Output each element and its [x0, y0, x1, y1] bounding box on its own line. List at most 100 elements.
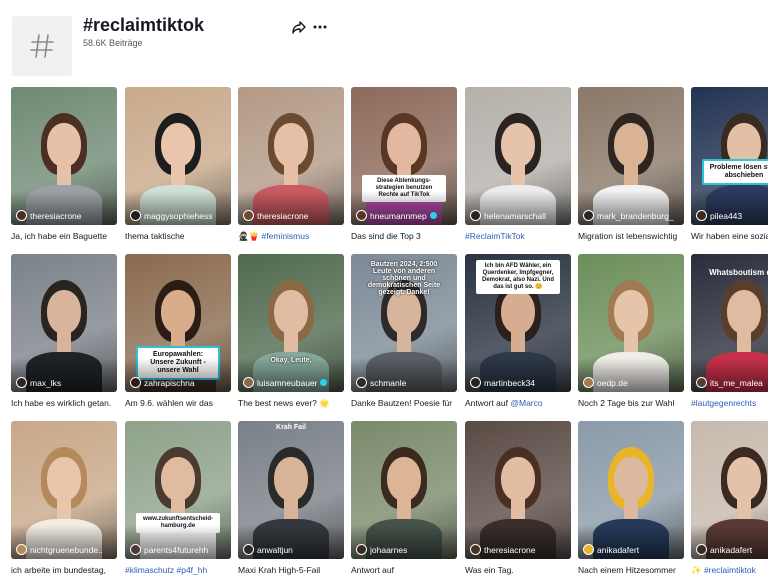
- video-card[interactable]: theresiacrone Ja, ich habe ein Baguette: [11, 87, 117, 242]
- author-avatar[interactable]: [356, 377, 367, 388]
- video-thumbnail[interactable]: Whatsboutism der its_me_malea: [691, 254, 768, 392]
- video-author[interactable]: martinbeck34: [470, 377, 568, 388]
- video-card[interactable]: anikadafert Nach einem Hitzesommer: [578, 421, 684, 576]
- video-thumbnail[interactable]: Krah Fail anwaltjun: [238, 421, 344, 559]
- author-name[interactable]: anikadafert: [597, 545, 639, 555]
- video-thumbnail[interactable]: Ich bin AFD Wähler, ein Querdenker, Impf…: [465, 254, 571, 392]
- author-avatar[interactable]: [16, 544, 27, 555]
- caption-hashtag-link[interactable]: 🥷🏻🍟 #feminismus: [238, 231, 309, 241]
- author-avatar[interactable]: [16, 210, 27, 221]
- video-card[interactable]: theresiacrone Was ein Tag.: [465, 421, 571, 576]
- author-name[interactable]: schmanle: [370, 378, 406, 388]
- video-card[interactable]: Whatsboutism der its_me_malea #lautgegenre…: [691, 254, 768, 409]
- caption-hashtag-link[interactable]: @Marco: [510, 398, 542, 408]
- author-avatar[interactable]: [696, 377, 707, 388]
- video-card[interactable]: Diese Ablenkungs- strategien benutzen Re…: [351, 87, 457, 242]
- author-name[interactable]: helenamarschall: [484, 211, 546, 221]
- author-name[interactable]: theresiacrone: [257, 211, 309, 221]
- caption-hashtag-link[interactable]: #ReclaimTikTok: [465, 231, 525, 241]
- video-author[interactable]: theresiacrone: [16, 210, 114, 221]
- video-thumbnail[interactable]: www.zukunftsentscheid-hamburg.deparents4…: [125, 421, 231, 559]
- video-card[interactable]: Probleme lösen statt abschieben pilea443 W…: [691, 87, 768, 242]
- video-caption[interactable]: #ReclaimTikTok: [465, 231, 571, 242]
- author-avatar[interactable]: [583, 544, 594, 555]
- video-thumbnail[interactable]: oedp.de: [578, 254, 684, 392]
- video-caption[interactable]: Nach einem Hitzesommer: [578, 565, 684, 576]
- author-name[interactable]: anwaltjun: [257, 545, 293, 555]
- video-thumbnail[interactable]: theresiacrone: [238, 87, 344, 225]
- author-name[interactable]: nichtgruenebunde..: [30, 545, 103, 555]
- video-author[interactable]: pilea443: [696, 210, 768, 221]
- video-author[interactable]: luisamneubauer: [243, 377, 341, 388]
- author-name[interactable]: parents4futurehh: [144, 545, 208, 555]
- author-name[interactable]: zahrapischna: [144, 378, 195, 388]
- video-card[interactable]: max_lks Ich habe es wirklich getan.: [11, 254, 117, 409]
- video-card[interactable]: Ich bin AFD Wähler, ein Querdenker, Impf…: [465, 254, 571, 409]
- author-avatar[interactable]: [243, 210, 254, 221]
- author-name[interactable]: johaarnes: [370, 545, 407, 555]
- author-name[interactable]: its_me_malea: [710, 378, 763, 388]
- author-name[interactable]: oedp.de: [597, 378, 628, 388]
- author-avatar[interactable]: [470, 210, 481, 221]
- author-name[interactable]: theresiacrone: [30, 211, 82, 221]
- video-thumbnail[interactable]: anikadafert: [691, 421, 768, 559]
- video-card[interactable]: johaarnes Antwort auf: [351, 421, 457, 576]
- video-card[interactable]: www.zukunftsentscheid-hamburg.deparents4…: [125, 421, 231, 576]
- video-caption[interactable]: Das sind die Top 3: [351, 231, 457, 242]
- author-name[interactable]: max_lks: [30, 378, 61, 388]
- author-name[interactable]: mark_brandenburg_: [597, 211, 674, 221]
- video-author[interactable]: nichtgruenebunde..: [16, 544, 114, 555]
- video-thumbnail[interactable]: johaarnes: [351, 421, 457, 559]
- video-caption[interactable]: Migration ist lebenswichtig: [578, 231, 684, 242]
- video-caption[interactable]: Was ein Tag.: [465, 565, 571, 576]
- video-card[interactable]: helenamarschall #ReclaimTikTok: [465, 87, 571, 242]
- video-caption[interactable]: Maxi Krah High-5-Fail: [238, 565, 344, 576]
- author-name[interactable]: maggysophiehess: [144, 211, 213, 221]
- video-thumbnail[interactable]: Bautzen 2024, 2:500 Leute von anderen sc…: [351, 254, 457, 392]
- author-avatar[interactable]: [470, 544, 481, 555]
- video-card[interactable]: Bautzen 2024, 2:500 Leute von anderen sc…: [351, 254, 457, 409]
- author-avatar[interactable]: [356, 544, 367, 555]
- video-author[interactable]: maggysophiehess: [130, 210, 228, 221]
- video-thumbnail[interactable]: helenamarschall: [465, 87, 571, 225]
- video-thumbnail[interactable]: nichtgruenebunde..: [11, 421, 117, 559]
- caption-hashtag-link[interactable]: #reclaimtiktok: [704, 565, 756, 575]
- author-avatar[interactable]: [696, 210, 707, 221]
- video-author[interactable]: theresiacrone: [470, 544, 568, 555]
- author-avatar[interactable]: [130, 544, 141, 555]
- video-caption[interactable]: #klimaschutz #p4f_hh: [125, 565, 231, 576]
- caption-hashtag-link[interactable]: #lautgegenrechts: [691, 398, 756, 408]
- author-name[interactable]: pilea443: [710, 211, 742, 221]
- video-thumbnail[interactable]: Diese Ablenkungs- strategien benutzen Re…: [351, 87, 457, 225]
- video-author[interactable]: anikadafert: [583, 544, 681, 555]
- video-caption[interactable]: #lautgegenrechts: [691, 398, 768, 409]
- video-thumbnail[interactable]: anikadafert: [578, 421, 684, 559]
- video-caption[interactable]: Am 9.6. wählen wir das: [125, 398, 231, 409]
- video-card[interactable]: maggysophiehess thema taktische: [125, 87, 231, 242]
- video-card[interactable]: Okay, Leute,luisamneubauer The best news …: [238, 254, 344, 409]
- author-avatar[interactable]: [243, 377, 254, 388]
- author-name[interactable]: martinbeck34: [484, 378, 535, 388]
- video-thumbnail[interactable]: theresiacrone: [465, 421, 571, 559]
- caption-hashtag-link[interactable]: #klimaschutz #p4f_hh: [125, 565, 207, 575]
- video-thumbnail[interactable]: max_lks: [11, 254, 117, 392]
- video-caption[interactable]: thema taktische: [125, 231, 231, 242]
- author-avatar[interactable]: [243, 544, 254, 555]
- video-author[interactable]: anwaltjun: [243, 544, 341, 555]
- author-avatar[interactable]: [583, 210, 594, 221]
- video-author[interactable]: mark_brandenburg_: [583, 210, 681, 221]
- video-author[interactable]: oedp.de: [583, 377, 681, 388]
- author-avatar[interactable]: [16, 377, 27, 388]
- video-caption[interactable]: Danke Bautzen! Poesie für: [351, 398, 457, 409]
- video-card[interactable]: Krah Fail anwaltjun Maxi Krah High-5-Fail: [238, 421, 344, 576]
- author-avatar[interactable]: [356, 210, 367, 221]
- video-card[interactable]: Europawahlen: Unsere Zukunft - unsere Wa…: [125, 254, 231, 409]
- video-author[interactable]: zahrapischna: [130, 377, 228, 388]
- video-author[interactable]: helenamarschall: [470, 210, 568, 221]
- video-caption[interactable]: The best news ever? 🌟: [238, 398, 344, 409]
- video-caption[interactable]: Ich habe es wirklich getan.: [11, 398, 117, 409]
- video-thumbnail[interactable]: Probleme lösen statt abschieben pilea443: [691, 87, 768, 225]
- video-author[interactable]: max_lks: [16, 377, 114, 388]
- video-caption[interactable]: 🥷🏻🍟 #feminismus: [238, 231, 344, 242]
- author-name[interactable]: hneumannmep: [370, 211, 427, 221]
